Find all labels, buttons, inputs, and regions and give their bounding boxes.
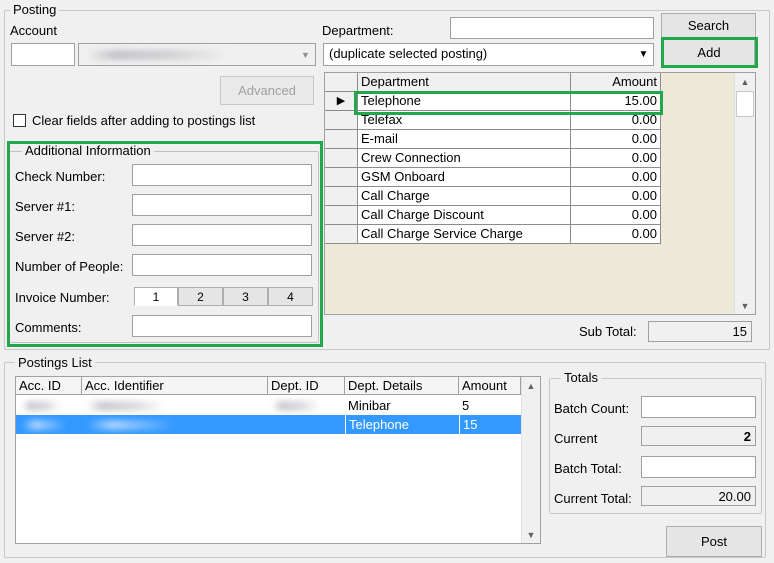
chevron-down-icon[interactable]: ▼ [297, 45, 314, 64]
invoice-tab-3[interactable]: 3 [223, 287, 268, 306]
grid-cell-department[interactable]: Crew Connection [358, 149, 571, 168]
current-total-field: 20.00 [641, 486, 756, 506]
grid-cell-amount[interactable]: 0.00 [571, 111, 661, 130]
totals-title: Totals [561, 371, 601, 385]
row-header [325, 168, 358, 187]
people-field[interactable] [132, 254, 312, 276]
account-label: Account [10, 23, 57, 38]
post-button[interactable]: Post [666, 526, 762, 557]
row-pointer-icon: ▶ [325, 92, 358, 111]
list-header-amount[interactable]: Amount [459, 377, 521, 395]
posting-group-title: Posting [10, 3, 60, 17]
comments-field[interactable] [132, 315, 312, 337]
subtotal-field: 15 [648, 321, 752, 342]
grid-cell-amount[interactable]: 0.00 [571, 187, 661, 206]
row-header [325, 149, 358, 168]
list-header-dept-id[interactable]: Dept. ID [268, 377, 345, 395]
grid-cell-amount[interactable]: 0.00 [571, 225, 661, 244]
subtotal-value: 15 [732, 324, 747, 339]
comments-label: Comments: [15, 320, 82, 335]
grid-cell-department[interactable]: Call Charge Service Charge [358, 225, 571, 244]
acc-identifier-blurred [86, 401, 166, 411]
list-cell-dept-details[interactable]: Telephone [345, 415, 459, 434]
grid-corner [325, 73, 358, 92]
grid-header-amount[interactable]: Amount [571, 73, 661, 92]
list-cell-amount[interactable]: 15 [459, 415, 521, 434]
additional-info-title: Additional Information [22, 144, 154, 158]
list-header-acc-id[interactable]: Acc. ID [16, 377, 82, 395]
server1-label: Server #1: [15, 199, 75, 214]
scroll-down-icon[interactable]: ▼ [735, 297, 755, 314]
advanced-button[interactable]: Advanced [220, 76, 314, 105]
current-total-value: 20.00 [718, 489, 751, 504]
server1-field[interactable] [132, 194, 312, 216]
check-number-field[interactable] [132, 164, 312, 186]
grid-cell-department[interactable]: Call Charge Discount [358, 206, 571, 225]
postings-list-title: Postings List [15, 356, 95, 370]
department-grid[interactable]: Department Amount ▶ Telephone 15.00 Tele… [324, 72, 756, 315]
row-header [325, 187, 358, 206]
batch-total-label: Batch Total: [554, 461, 622, 476]
acc-identifier-blurred [86, 420, 176, 430]
department-combo[interactable]: (duplicate selected posting) ▼ [323, 43, 654, 66]
grid-cell-amount[interactable]: 0.00 [571, 168, 661, 187]
clear-fields-label: Clear fields after adding to postings li… [32, 113, 256, 128]
grid-cell-department[interactable]: GSM Onboard [358, 168, 571, 187]
people-label: Number of People: [15, 259, 124, 274]
row-header [325, 130, 358, 149]
grid-cell-amount[interactable]: 0.00 [571, 130, 661, 149]
row-header [325, 206, 358, 225]
row-header [325, 111, 358, 130]
add-button[interactable]: Add [663, 39, 755, 66]
current-total-label: Current Total: [554, 491, 632, 506]
scroll-down-icon[interactable]: ▼ [522, 526, 540, 543]
chevron-down-icon[interactable]: ▼ [635, 45, 652, 64]
search-button[interactable]: Search [661, 13, 756, 38]
invoice-label: Invoice Number: [15, 290, 110, 305]
account-combo[interactable]: ▼ [78, 43, 316, 66]
grid-scrollbar[interactable]: ▲ ▼ [734, 73, 755, 314]
grid-header-department[interactable]: Department [358, 73, 571, 92]
clear-fields-checkbox[interactable] [13, 114, 26, 127]
grid-cell-amount[interactable]: 15.00 [571, 92, 661, 111]
scroll-up-icon[interactable]: ▲ [522, 377, 540, 394]
row-header [325, 225, 358, 244]
grid-cell-department[interactable]: Telephone [358, 92, 571, 111]
department-search-field[interactable] [450, 17, 654, 39]
grid-cell-department[interactable]: Telefax [358, 111, 571, 130]
batch-count-field[interactable] [641, 396, 756, 418]
server2-field[interactable] [132, 224, 312, 246]
invoice-tab-1[interactable]: 1 [134, 287, 178, 306]
current-count-label: Current [554, 431, 598, 446]
account-name-blurred [87, 50, 227, 60]
scroll-thumb[interactable] [736, 91, 754, 117]
postings-list[interactable]: Acc. ID Acc. Identifier Dept. ID Dept. D… [15, 376, 541, 544]
account-id-field[interactable] [11, 43, 75, 66]
batch-total-field[interactable] [641, 456, 756, 478]
check-number-label: Check Number: [15, 169, 106, 184]
grid-cell-amount[interactable]: 0.00 [571, 206, 661, 225]
batch-count-label: Batch Count: [554, 401, 630, 416]
invoice-tab-4[interactable]: 4 [268, 287, 313, 306]
acc-id-blurred [22, 420, 67, 430]
list-header-acc-identifier[interactable]: Acc. Identifier [82, 377, 268, 395]
acc-id-blurred [22, 401, 62, 411]
server2-label: Server #2: [15, 229, 75, 244]
list-header-dept-details[interactable]: Dept. Details [345, 377, 459, 395]
invoice-tab-2[interactable]: 2 [178, 287, 223, 306]
list-scrollbar[interactable]: ▲ ▼ [521, 377, 540, 543]
list-cell-dept-details[interactable]: Minibar [345, 396, 459, 415]
current-count-field: 2 [641, 426, 756, 446]
subtotal-label: Sub Total: [579, 324, 637, 339]
grid-cell-amount[interactable]: 0.00 [571, 149, 661, 168]
list-cell-amount[interactable]: 5 [459, 396, 521, 415]
grid-cell-department[interactable]: Call Charge [358, 187, 571, 206]
current-count-value: 2 [743, 429, 751, 444]
scroll-up-icon[interactable]: ▲ [735, 73, 755, 90]
department-label: Department: [322, 23, 394, 38]
department-combo-value: (duplicate selected posting) [329, 46, 488, 61]
dept-id-blurred [272, 401, 320, 411]
grid-cell-department[interactable]: E-mail [358, 130, 571, 149]
